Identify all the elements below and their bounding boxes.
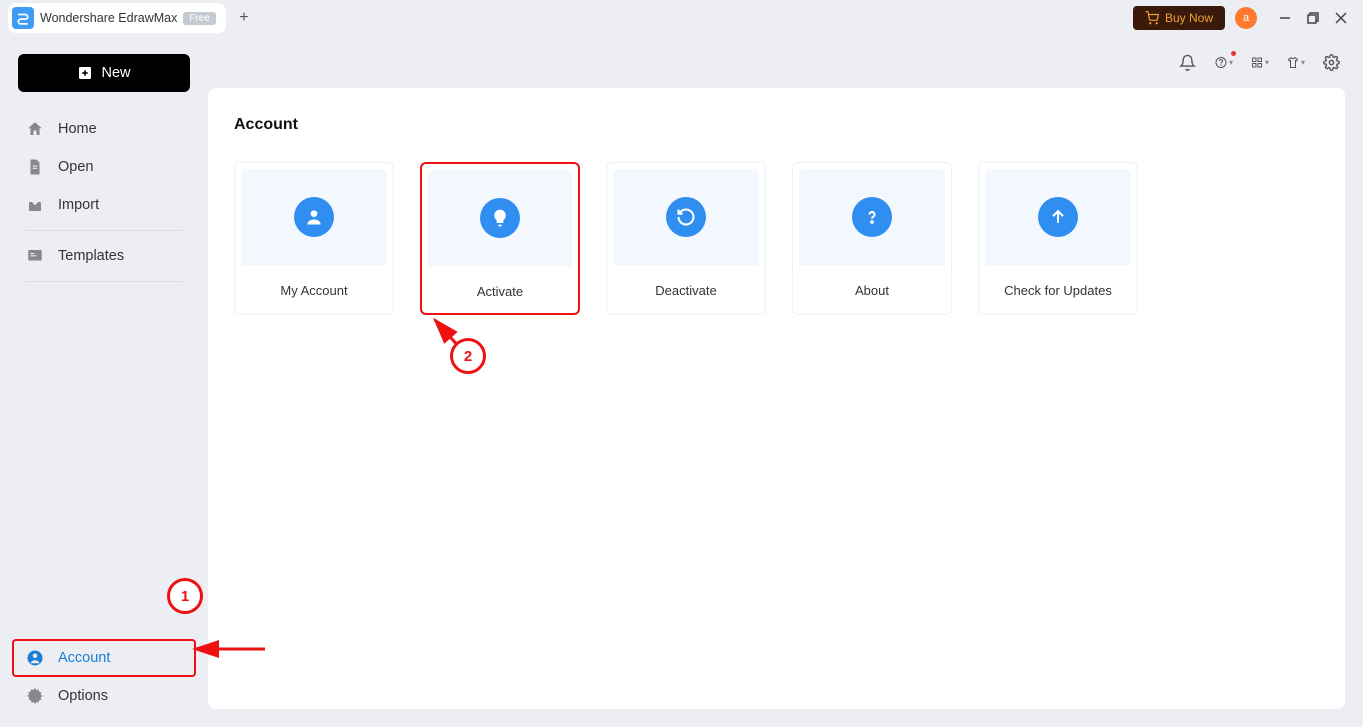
app-title: Wondershare EdrawMax	[40, 11, 177, 25]
close-button[interactable]	[1327, 4, 1355, 32]
content: ▾ ▾ ▾ Account My Account Activate Deacti…	[208, 36, 1363, 727]
import-icon	[26, 196, 44, 214]
plus-square-icon	[77, 65, 93, 81]
divider	[26, 230, 182, 231]
cart-icon	[1145, 11, 1159, 25]
new-tab-button[interactable]: +	[234, 8, 254, 28]
minimize-button[interactable]	[1271, 4, 1299, 32]
app-tab[interactable]: Wondershare EdrawMax Free	[8, 3, 226, 33]
buy-now-button[interactable]: Buy Now	[1133, 6, 1225, 30]
question-icon	[852, 197, 892, 237]
sidebar-item-open[interactable]: Open	[12, 148, 196, 186]
maximize-button[interactable]	[1299, 4, 1327, 32]
bell-icon[interactable]	[1179, 53, 1197, 71]
top-toolbar: ▾ ▾ ▾	[208, 36, 1363, 88]
user-icon	[294, 197, 334, 237]
templates-icon	[26, 247, 44, 265]
sidebar-item-import[interactable]: Import	[12, 186, 196, 224]
card-deactivate[interactable]: Deactivate	[606, 162, 766, 315]
card-updates[interactable]: Check for Updates	[978, 162, 1138, 315]
arrow-up-icon	[1038, 197, 1078, 237]
card-activate[interactable]: Activate	[420, 162, 580, 315]
panel-title: Account	[234, 116, 1319, 134]
account-icon	[26, 649, 44, 667]
file-icon	[26, 158, 44, 176]
sidebar-item-account[interactable]: Account	[12, 639, 196, 677]
help-icon[interactable]: ▾	[1215, 53, 1233, 71]
titlebar: Wondershare EdrawMax Free + Buy Now a	[0, 0, 1363, 36]
home-icon	[26, 120, 44, 138]
sidebar: New Home Open Import Templates Account O…	[0, 36, 208, 727]
divider	[26, 281, 182, 282]
lightbulb-icon	[480, 198, 520, 238]
user-avatar[interactable]: a	[1235, 7, 1257, 29]
gear-icon	[26, 687, 44, 705]
card-about[interactable]: About	[792, 162, 952, 315]
free-badge: Free	[183, 12, 216, 25]
card-my-account[interactable]: My Account	[234, 162, 394, 315]
settings-icon[interactable]	[1323, 53, 1341, 71]
new-button[interactable]: New	[18, 54, 190, 92]
app-logo-icon	[12, 7, 34, 29]
shirt-icon[interactable]: ▾	[1287, 53, 1305, 71]
refresh-icon	[666, 197, 706, 237]
sidebar-item-options[interactable]: Options	[12, 677, 196, 715]
sidebar-item-home[interactable]: Home	[12, 110, 196, 148]
sidebar-item-templates[interactable]: Templates	[12, 237, 196, 275]
main-panel: Account My Account Activate Deactivate A…	[208, 88, 1345, 709]
apps-icon[interactable]: ▾	[1251, 53, 1269, 71]
card-row: My Account Activate Deactivate About Che	[234, 162, 1319, 315]
